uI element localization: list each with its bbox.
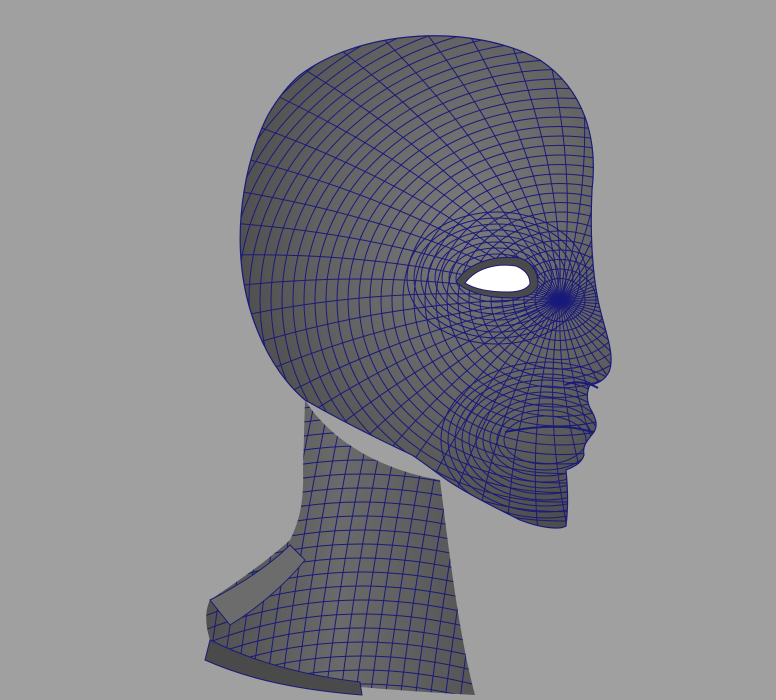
3d-viewport[interactable] bbox=[0, 0, 776, 700]
viewport-canvas[interactable] bbox=[0, 0, 776, 700]
